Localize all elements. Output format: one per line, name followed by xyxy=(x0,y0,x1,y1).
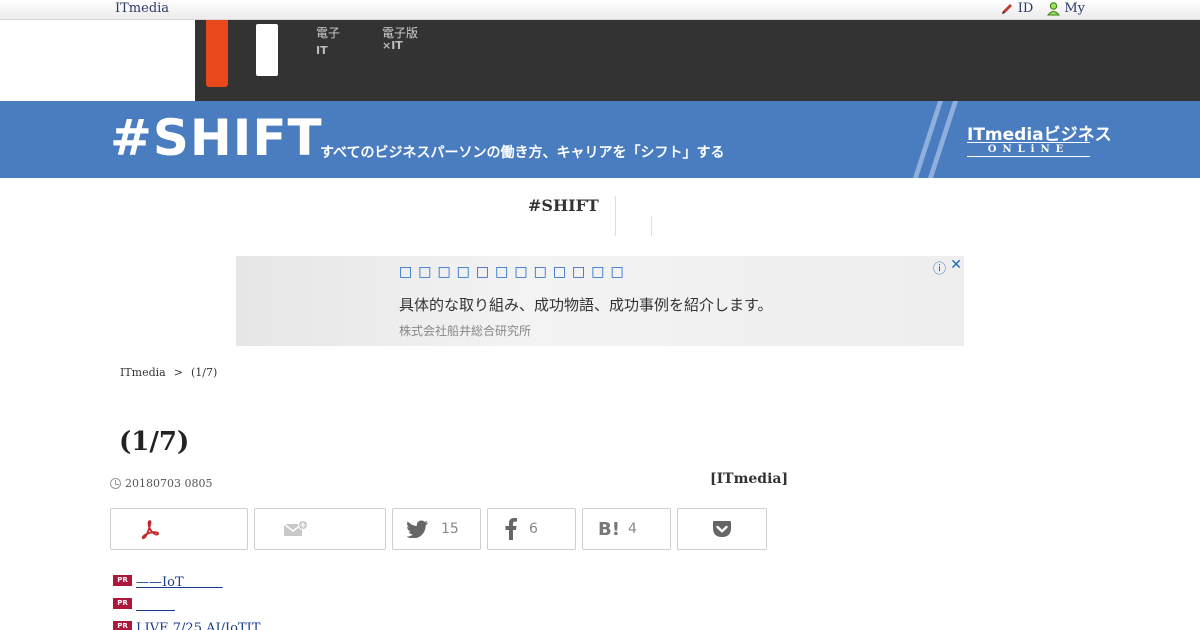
top-user-links: ID My xyxy=(1000,1,1085,16)
subnav-divider xyxy=(615,196,616,236)
subnav-shift-link[interactable]: #SHIFT xyxy=(528,196,599,215)
ad-banner[interactable]: □□□□□□□□□□□□ 具体的な取り組み、成功物語、成功事例を紹介します。 株… xyxy=(236,256,964,346)
ad-body: 具体的な取り組み、成功物語、成功事例を紹介します。 xyxy=(399,296,773,314)
pr-link[interactable] xyxy=(136,594,175,613)
twitter-icon xyxy=(407,520,428,538)
pocket-button[interactable] xyxy=(677,508,767,550)
itmedia-top-link[interactable]: ITmedia xyxy=(115,1,169,16)
list-item: PR LIVE 7/25 AI/IoTIT xyxy=(113,615,273,630)
shift-banner[interactable]: #SHIFT すべてのビジネスパーソンの働き方、キャリアを「シフト」する ITm… xyxy=(0,101,1200,178)
pdf-button[interactable] xyxy=(110,508,248,550)
pr-link[interactable]: LIVE 7/25 AI/IoTIT xyxy=(136,617,273,630)
ad-headline[interactable]: □□□□□□□□□□□□ xyxy=(399,264,630,280)
pr-badge: PR xyxy=(113,575,132,586)
logo-area xyxy=(0,20,195,101)
pr-link-list: PR ——IoT PR PR LIVE 7/25 AI/IoTIT xyxy=(113,569,273,630)
mail-button[interactable] xyxy=(254,508,386,550)
shift-logo: #SHIFT xyxy=(110,109,323,167)
pr-badge: PR xyxy=(113,598,132,609)
ad-sponsor: 株式会社船井総合研究所 xyxy=(399,324,532,338)
list-item: PR xyxy=(113,592,273,615)
online-logo: ONLiNE xyxy=(967,142,1090,157)
user-icon xyxy=(1047,1,1061,15)
pdf-icon xyxy=(141,520,159,540)
facebook-share-button[interactable]: 6 xyxy=(487,508,576,550)
list-item: PR ——IoT xyxy=(113,569,273,592)
hatena-bookmark-icon: B! xyxy=(598,518,620,540)
pocket-icon xyxy=(713,521,731,537)
hatena-count: 4 xyxy=(627,521,637,537)
pr-badge: PR xyxy=(113,621,132,630)
ad-close-icon[interactable]: ✕ xyxy=(950,257,962,273)
site-nav-bar: 電子 IT 電子版 ×IT xyxy=(195,20,1200,101)
breadcrumb: ITmedia > (1/7) xyxy=(120,366,217,379)
my-link[interactable]: My xyxy=(1047,1,1085,16)
pencil-icon xyxy=(1001,3,1012,14)
nav-tab-orange[interactable] xyxy=(206,20,228,87)
nav-tab-white[interactable] xyxy=(256,24,278,76)
breadcrumb-current: (1/7) xyxy=(190,366,218,379)
ad-info-icon[interactable]: ⓘ xyxy=(933,258,946,277)
facebook-count: 6 xyxy=(529,521,538,537)
facebook-icon xyxy=(505,518,517,540)
subnav-divider xyxy=(651,216,652,236)
twitter-count: 15 xyxy=(441,521,459,537)
id-link[interactable]: ID xyxy=(1000,1,1033,16)
twitter-share-button[interactable]: 15 xyxy=(392,508,481,550)
breadcrumb-separator: > xyxy=(173,366,183,379)
banner-slash xyxy=(925,101,960,178)
mail-plus-icon xyxy=(283,520,308,536)
article-date: 20180703 0805 xyxy=(110,477,212,490)
banner-tagline: すべてのビジネスパーソンの働き方、キャリアを「シフト」する xyxy=(320,145,725,161)
article-author: [ITmedia] xyxy=(710,471,789,487)
nav-item-electronics[interactable]: 電子 IT xyxy=(316,25,340,59)
pr-link[interactable]: ——IoT xyxy=(136,571,223,590)
top-utility-bar: ITmedia ID My xyxy=(0,0,1200,20)
clock-icon xyxy=(110,478,121,489)
nav-item-electronic-edition[interactable]: 電子版 ×IT xyxy=(382,25,418,54)
hatena-bookmark-button[interactable]: B! 4 xyxy=(582,508,671,550)
breadcrumb-home[interactable]: ITmedia xyxy=(120,366,166,379)
page-title: (1/7) xyxy=(119,427,190,457)
